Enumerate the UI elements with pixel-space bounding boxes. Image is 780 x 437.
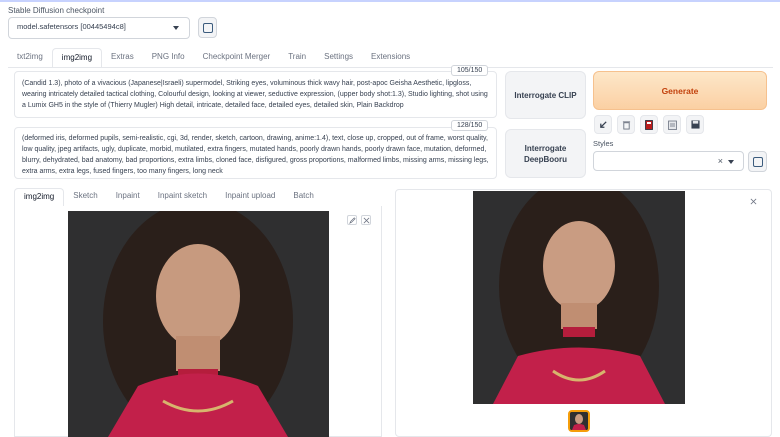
styles-refresh-button[interactable] — [748, 151, 767, 172]
checkpoint-label: Stable Diffusion checkpoint — [8, 6, 105, 15]
arrow-icon — [599, 121, 607, 128]
portrait-photo — [68, 211, 329, 437]
trash-icon — [622, 120, 630, 129]
chevron-down-icon — [173, 26, 179, 30]
styles-dropdown[interactable]: × — [593, 151, 744, 171]
tab-img2img[interactable]: img2img — [51, 48, 103, 68]
thumbnail-image — [570, 412, 588, 430]
img2img-subtabs: img2img Sketch Inpaint Inpaint sketch In… — [14, 188, 323, 207]
tabs-divider — [8, 67, 773, 68]
subtab-sketch[interactable]: Sketch — [64, 188, 106, 207]
apply-style-button[interactable] — [663, 115, 681, 134]
prompt-textarea[interactable]: (Candid 1.3), photo of a vivacious (Japa… — [14, 71, 497, 118]
tab-train[interactable]: Train — [279, 48, 315, 68]
refresh-icon — [202, 22, 213, 33]
red-book-icon — [645, 119, 653, 130]
negative-prompt-token-counter: 128/150 — [451, 120, 489, 131]
styles-label: Styles — [593, 139, 614, 148]
input-image[interactable] — [68, 211, 329, 437]
portrait-photo — [473, 191, 685, 404]
close-gallery-button[interactable] — [748, 196, 758, 206]
remove-image-button[interactable] — [361, 215, 371, 225]
tab-extras[interactable]: Extras — [102, 48, 143, 68]
main-tabs: txt2img img2img Extras PNG Info Checkpoi… — [8, 48, 419, 68]
tab-extensions[interactable]: Extensions — [362, 48, 419, 68]
negative-prompt-textarea[interactable]: (deformed iris, deformed pupils, semi-re… — [14, 127, 497, 179]
subtab-batch[interactable]: Batch — [284, 188, 322, 207]
output-image[interactable] — [473, 191, 685, 404]
generate-button[interactable]: Generate — [593, 71, 767, 110]
prompt-token-counter: 105/150 — [451, 65, 489, 76]
gallery-thumbnail[interactable] — [568, 410, 590, 432]
subtab-inpaint-upload[interactable]: Inpaint upload — [216, 188, 284, 207]
edit-image-button[interactable] — [347, 215, 357, 225]
top-accent-line — [0, 0, 780, 2]
refresh-icon — [752, 156, 763, 167]
close-icon — [363, 217, 369, 223]
save-icon — [690, 120, 700, 129]
checkpoint-refresh-button[interactable] — [198, 17, 217, 38]
subtab-inpaint[interactable]: Inpaint — [107, 188, 149, 207]
save-style-button[interactable] — [686, 115, 704, 134]
subtab-img2img[interactable]: img2img — [14, 188, 65, 207]
close-icon — [750, 198, 756, 204]
extra-networks-button[interactable] — [640, 115, 658, 134]
tab-txt2img[interactable]: txt2img — [8, 48, 52, 68]
pencil-icon — [348, 216, 356, 224]
interrogate-clip-button[interactable]: Interrogate CLIP — [505, 71, 586, 119]
clear-prompt-button[interactable] — [617, 115, 635, 134]
checkpoint-value: model.safetensors [00445494c8] — [17, 22, 126, 31]
subtab-inpaint-sketch[interactable]: Inpaint sketch — [149, 188, 216, 207]
clear-styles-icon[interactable]: × — [718, 156, 723, 166]
paste-params-button[interactable] — [594, 115, 612, 134]
interrogate-deepbooru-button[interactable]: Interrogate DeepBooru — [505, 129, 586, 178]
tab-settings[interactable]: Settings — [315, 48, 362, 68]
checkpoint-dropdown[interactable]: model.safetensors [00445494c8] — [8, 17, 190, 39]
tab-checkpoint-merger[interactable]: Checkpoint Merger — [194, 48, 280, 68]
chevron-down-icon — [728, 160, 734, 164]
tab-png-info[interactable]: PNG Info — [143, 48, 194, 68]
clipboard-icon — [667, 120, 677, 130]
